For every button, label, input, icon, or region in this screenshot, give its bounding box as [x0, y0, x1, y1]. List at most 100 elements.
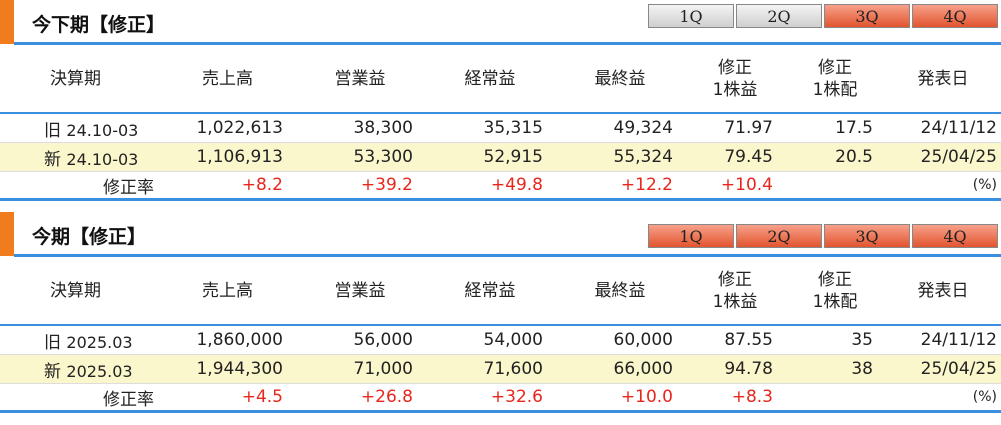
rate-sales: +8.2 [160, 171, 295, 201]
date-cell: 24/11/12 [885, 113, 1001, 143]
period-value: 2025.03 [66, 361, 133, 381]
section-header: 今下期【修正】 1Q 2Q 3Q 4Q [0, 0, 1001, 45]
col-header-ordinary-profit: 経常益 [464, 281, 516, 301]
tab-4q[interactable]: 4Q [912, 4, 998, 28]
header-accent-bar [0, 212, 14, 256]
tab-3q[interactable]: 3Q [824, 4, 910, 28]
section-title: 今下期【修正】 [32, 14, 166, 36]
sales-cell: 1,860,000 [160, 325, 295, 355]
period-value: 2025.03 [66, 332, 133, 352]
period-cell: 新 2025.03 [0, 354, 160, 384]
col-header-eps: 修正 1株益 [712, 58, 758, 100]
prefix-new: 新 [44, 149, 61, 170]
period-value: 24.10-03 [66, 149, 139, 169]
ordinary-cell: 52,915 [425, 142, 555, 172]
revision-table: 決算期 売上高 営業益 経常益 最終益 修正 1株益 修正 1株配 発表日 旧 … [0, 46, 1001, 201]
table-row-new: 新 24.10-03 1,106,913 53,300 52,915 55,32… [0, 142, 1001, 172]
operating-cell: 53,300 [295, 142, 425, 172]
tab-1q[interactable]: 1Q [648, 224, 734, 248]
eps-cell: 94.78 [685, 354, 785, 384]
table-row-revision-rate: 修正率 +4.5 +26.8 +32.6 +10.0 +8.3 (%) [0, 383, 1001, 413]
net-cell: 55,324 [555, 142, 685, 172]
col-header-operating-profit: 営業益 [334, 69, 386, 89]
net-cell: 49,324 [555, 113, 685, 143]
dividend-cell: 17.5 [785, 113, 885, 143]
ordinary-cell: 54,000 [425, 325, 555, 355]
col-header-sales: 売上高 [202, 281, 253, 301]
sales-cell: 1,022,613 [160, 113, 295, 143]
revision-rate-label: 修正率 [0, 383, 160, 413]
col-header-dividend: 修正 1株配 [812, 58, 858, 100]
sales-cell: 1,106,913 [160, 142, 295, 172]
col-header-announce-date: 発表日 [917, 69, 969, 89]
rate-operating: +26.8 [295, 383, 425, 413]
prefix-old: 旧 [44, 120, 61, 141]
header-divider [14, 254, 1001, 257]
net-cell: 60,000 [555, 325, 685, 355]
ordinary-cell: 35,315 [425, 113, 555, 143]
tab-3q[interactable]: 3Q [824, 224, 910, 248]
col-header-operating-profit: 営業益 [334, 281, 386, 301]
quarter-tabs: 1Q 2Q 3Q 4Q [648, 4, 1000, 28]
tab-2q[interactable]: 2Q [736, 224, 822, 248]
tab-4q[interactable]: 4Q [912, 224, 998, 248]
date-cell: 24/11/12 [885, 325, 1001, 355]
operating-cell: 56,000 [295, 325, 425, 355]
section-header: 今期【修正】 1Q 2Q 3Q 4Q [0, 212, 1001, 257]
rate-eps: +10.4 [685, 171, 785, 201]
rate-net: +10.0 [555, 383, 685, 413]
date-cell: 25/04/25 [885, 142, 1001, 172]
rate-sales: +4.5 [160, 383, 295, 413]
eps-cell: 87.55 [685, 325, 785, 355]
col-header-sales: 売上高 [202, 69, 253, 89]
operating-cell: 38,300 [295, 113, 425, 143]
section-title: 今期【修正】 [32, 226, 147, 248]
header-accent-bar [0, 0, 14, 44]
table-row-old: 旧 24.10-03 1,022,613 38,300 35,315 49,32… [0, 113, 1001, 143]
table-row-revision-rate: 修正率 +8.2 +39.2 +49.8 +12.2 +10.4 (%) [0, 171, 1001, 201]
tab-2q[interactable]: 2Q [736, 4, 822, 28]
eps-cell: 79.45 [685, 142, 785, 172]
rate-unit: (%) [885, 171, 1001, 201]
rate-ordinary: +32.6 [425, 383, 555, 413]
rate-eps: +8.3 [685, 383, 785, 413]
date-cell: 25/04/25 [885, 354, 1001, 384]
col-header-eps: 修正 1株益 [712, 270, 758, 312]
prefix-old: 旧 [44, 332, 61, 353]
period-value: 24.10-03 [66, 120, 139, 140]
col-header-dividend: 修正 1株配 [812, 270, 858, 312]
period-cell: 新 24.10-03 [0, 142, 160, 172]
prefix-new: 新 [44, 361, 61, 382]
quarter-tabs: 1Q 2Q 3Q 4Q [648, 224, 1000, 248]
operating-cell: 71,000 [295, 354, 425, 384]
period-cell: 旧 24.10-03 [0, 113, 160, 143]
col-header-ordinary-profit: 経常益 [464, 69, 516, 89]
col-header-net-profit: 最終益 [594, 69, 646, 89]
col-header-period: 決算期 [50, 69, 101, 89]
col-header-announce-date: 発表日 [917, 281, 969, 301]
dividend-cell: 38 [785, 354, 885, 384]
rate-empty [785, 171, 885, 201]
net-cell: 66,000 [555, 354, 685, 384]
dividend-cell: 20.5 [785, 142, 885, 172]
eps-cell: 71.97 [685, 113, 785, 143]
dividend-cell: 35 [785, 325, 885, 355]
section-current-year: 今期【修正】 1Q 2Q 3Q 4Q 決算期 売上高 営業益 経常益 最終益 修… [0, 212, 1001, 425]
revision-rate-label: 修正率 [0, 171, 160, 201]
section-current-half: 今下期【修正】 1Q 2Q 3Q 4Q 決算期 売上高 営業益 経常益 最終益 … [0, 0, 1001, 212]
rate-empty [785, 383, 885, 413]
rate-net: +12.2 [555, 171, 685, 201]
period-cell: 旧 2025.03 [0, 325, 160, 355]
rate-operating: +39.2 [295, 171, 425, 201]
table-row-new: 新 2025.03 1,944,300 71,000 71,600 66,000… [0, 354, 1001, 384]
header-row: 決算期 売上高 営業益 経常益 最終益 修正 1株益 修正 1株配 発表日 [0, 46, 1001, 113]
header-row: 決算期 売上高 営業益 経常益 最終益 修正 1株益 修正 1株配 発表日 [0, 258, 1001, 325]
table-row-old: 旧 2025.03 1,860,000 56,000 54,000 60,000… [0, 325, 1001, 355]
rate-ordinary: +49.8 [425, 171, 555, 201]
rate-unit: (%) [885, 383, 1001, 413]
revision-table: 決算期 売上高 営業益 経常益 最終益 修正 1株益 修正 1株配 発表日 旧 … [0, 258, 1001, 413]
header-divider [14, 42, 1001, 45]
tab-1q[interactable]: 1Q [648, 4, 734, 28]
col-header-net-profit: 最終益 [594, 281, 646, 301]
sales-cell: 1,944,300 [160, 354, 295, 384]
